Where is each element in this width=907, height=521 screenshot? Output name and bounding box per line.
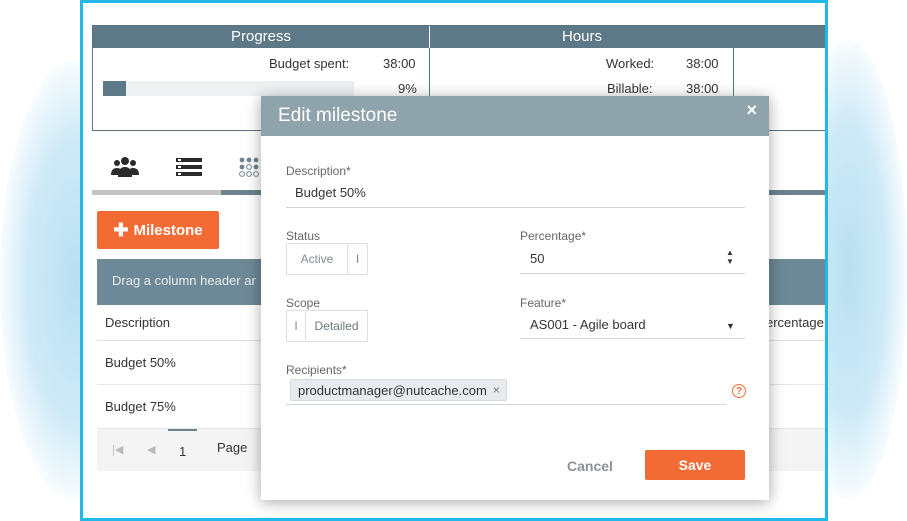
status-toggle[interactable]: Active I (286, 243, 368, 275)
budget-progress-bar (103, 81, 354, 96)
plus-icon: ✚ (113, 220, 129, 240)
budget-spent-value: 38:00 (383, 56, 416, 71)
feature-label: Feature* (520, 296, 567, 310)
prev-page-icon[interactable]: ◀ (147, 443, 155, 456)
worked-label: Worked: (606, 56, 655, 71)
list-icon[interactable] (174, 153, 204, 181)
worked-value: 38:00 (686, 56, 719, 71)
feature-underline (520, 338, 745, 339)
scope-simple-option[interactable]: I (287, 311, 306, 341)
save-button[interactable]: Save (645, 450, 745, 480)
recipient-email: productmanager@nutcache.com (298, 382, 487, 398)
status-inactive-option[interactable]: I (348, 244, 367, 274)
column-description[interactable]: Description (105, 315, 170, 330)
feature-select[interactable]: AS001 - Agile board (530, 317, 646, 332)
row-description: Budget 75% (105, 399, 176, 414)
current-page-indicator (168, 429, 197, 431)
dialog-header: Edit milestone × (261, 96, 769, 136)
recipient-chip: productmanager@nutcache.com × (290, 379, 507, 401)
budget-progress-fill (103, 81, 126, 96)
add-milestone-button[interactable]: ✚ Milestone (97, 211, 219, 249)
billable-label: Billable: (607, 81, 653, 96)
dialog-title: Edit milestone (278, 105, 398, 126)
percentage-label: Percentage* (520, 229, 587, 243)
status-active-option[interactable]: Active (287, 244, 348, 274)
status-label: Status (286, 229, 321, 243)
progress-title: Progress (93, 26, 430, 48)
row-description: Budget 50% (105, 355, 176, 370)
current-page-number[interactable]: 1 (179, 444, 186, 459)
recipients-label: Recipients* (286, 363, 347, 377)
scope-detailed-option[interactable]: Detailed (306, 311, 367, 341)
edit-milestone-dialog: Edit milestone × Description* Budget 50%… (261, 96, 769, 500)
first-page-icon[interactable]: |◀ (112, 443, 123, 456)
description-label: Description* (286, 164, 351, 178)
close-icon[interactable]: × (746, 100, 757, 120)
remove-recipient-icon[interactable]: × (493, 383, 500, 397)
scope-label: Scope (286, 296, 321, 310)
billable-value: 38:00 (686, 81, 719, 96)
column-percentage[interactable]: ercentage (766, 315, 824, 330)
page-label: Page (217, 440, 248, 455)
scope-toggle[interactable]: I Detailed (286, 310, 368, 342)
tab-indicator-inactive (92, 190, 221, 195)
recipients-underline (286, 404, 726, 405)
description-underline (286, 207, 745, 208)
description-input[interactable]: Budget 50% (295, 185, 366, 200)
stats-header: Progress Hours (93, 26, 825, 48)
percentage-underline (520, 273, 745, 274)
percentage-stepper-icon[interactable]: ▲ ▼ (726, 248, 734, 266)
budget-percent: 9% (398, 81, 417, 96)
budget-spent-label: Budget spent: (269, 56, 350, 71)
stage: Progress Hours Budget spent: 38:00 9% Wo… (0, 0, 907, 521)
team-icon[interactable] (110, 153, 140, 181)
chevron-down-icon[interactable]: ▼ (726, 321, 735, 331)
add-milestone-label: Milestone (133, 221, 203, 239)
percentage-input[interactable]: 50 (530, 251, 544, 266)
cancel-button[interactable]: Cancel (555, 454, 625, 478)
hours-title: Hours (561, 28, 602, 45)
help-icon[interactable]: ? (732, 384, 746, 398)
